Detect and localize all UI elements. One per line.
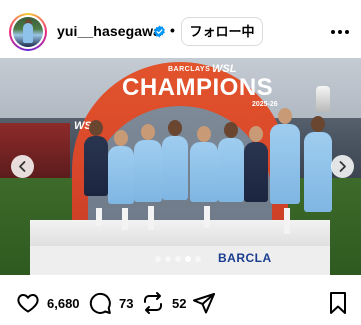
post-image[interactable]: BARCLAYS WSL CHAMPIONS 2025-26 WSL BARCL… [0,58,361,275]
username-link[interactable]: yui__hasegawa [57,23,161,39]
player-head [197,126,211,142]
avatar-border [11,15,45,49]
player-sock [148,206,154,230]
header-separator: • [170,22,175,38]
carousel-dot-active [185,256,191,262]
trophy [316,86,330,112]
player-figure [84,136,108,196]
avatar-image [13,17,43,47]
player-sock [122,208,128,230]
player-figure [270,124,300,204]
player-figure [134,140,162,202]
player-figure [304,132,332,212]
sign-barclays-top: BARCLAYS [168,66,211,73]
save-button[interactable] [327,291,349,315]
player-head [114,130,128,146]
sign-champions: CHAMPIONS [122,74,274,101]
share-button[interactable] [192,291,216,315]
repost-icon [144,292,162,314]
player-sock [96,208,102,226]
player-figure [244,142,268,202]
comment-bubble-icon [89,292,111,314]
verified-badge-icon [154,25,165,38]
repost-button[interactable]: 52 [141,291,186,315]
more-options-icon[interactable] [330,29,350,35]
sign-season: 2025-26 [252,101,278,108]
carousel-dot [175,256,181,262]
player-head [168,120,182,136]
like-button[interactable]: 6,680 [16,291,80,315]
player-head [249,126,263,142]
player-head [141,124,155,140]
comment-button[interactable]: 73 [88,291,133,315]
carousel-indicator [155,256,201,262]
heart-icon [17,294,39,313]
player-figure [190,142,218,202]
chevron-left-icon [19,161,26,172]
post-actions: 6,680 73 52 [0,280,361,325]
player-head [224,122,238,138]
avatar[interactable] [9,13,47,51]
carousel-dot [165,256,171,262]
like-count[interactable]: 6,680 [47,296,80,311]
carousel-prev-button[interactable] [11,155,34,178]
comment-count[interactable]: 73 [119,296,133,311]
player-sock [284,208,290,234]
player-figure [218,138,244,202]
player-head [278,108,292,124]
post-header: yui__hasegawa • フォロー中 [0,0,361,62]
following-button[interactable]: フォロー中 [181,17,263,46]
chevron-right-icon [339,161,346,172]
player-head [311,116,325,132]
carousel-next-button[interactable] [331,155,354,178]
player-sock [204,206,210,228]
avatar-figure-body [23,23,33,43]
bookmark-icon [330,292,346,314]
player-figure [162,136,188,200]
carousel-dot [195,256,201,262]
player-head [89,120,103,136]
sign-barclays-bottom: BARCLA [218,251,272,265]
repost-count[interactable]: 52 [172,296,186,311]
carousel-dot [155,256,161,262]
paper-plane-icon [193,293,215,314]
player-figure [108,146,134,204]
